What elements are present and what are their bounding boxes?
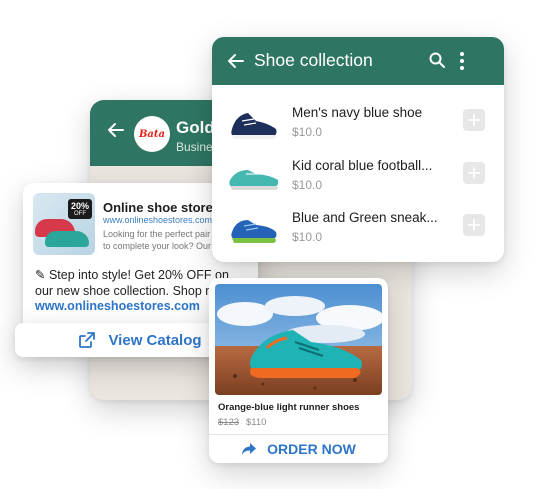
product-name: Blue and Green sneak...	[292, 210, 438, 225]
back-arrow-icon[interactable]	[106, 120, 126, 140]
badge-off: OFF	[73, 211, 86, 217]
product-price: $10.0	[292, 125, 323, 139]
product-row[interactable]: Blue and Green sneak... $10.0	[212, 204, 504, 256]
collection-header: Shoe collection	[212, 37, 504, 85]
promo-url[interactable]: www.onlineshoestores.com	[103, 215, 212, 225]
plus-icon	[468, 167, 480, 179]
product-row[interactable]: Kid coral blue football... $10.0	[212, 152, 504, 204]
plus-icon	[468, 219, 480, 231]
promo-title: Online shoe stores	[103, 200, 221, 215]
order-now-button[interactable]: ORDER NOW	[209, 435, 388, 463]
shoe-image	[231, 220, 277, 243]
new-price: $110	[246, 417, 267, 428]
product-title: Orange-blue light runner shoes	[218, 402, 360, 413]
plus-icon	[468, 114, 480, 126]
product-photo[interactable]	[215, 284, 382, 395]
brand-logo: Bata	[138, 128, 166, 140]
product-price: $10.0	[292, 230, 323, 244]
old-price: $123	[218, 417, 240, 428]
search-icon[interactable]	[428, 51, 446, 69]
shoe-graphic	[45, 231, 89, 247]
shoe-image	[231, 113, 277, 139]
add-button[interactable]	[463, 214, 485, 236]
add-button[interactable]	[463, 109, 485, 131]
product-card: Orange-blue light runner shoes $123 $110…	[209, 278, 388, 463]
shoe-collection-panel: Shoe collection Men's navy blue shoe $10…	[212, 37, 504, 262]
back-arrow-icon[interactable]	[226, 51, 246, 71]
external-link-icon	[79, 332, 96, 348]
badge-percent: 20%	[70, 201, 89, 211]
more-vert-icon[interactable]	[456, 50, 468, 72]
product-row[interactable]: Men's navy blue shoe $10.0	[212, 99, 504, 151]
product-name: Kid coral blue football...	[292, 158, 433, 173]
product-name: Men's navy blue shoe	[292, 105, 423, 120]
collection-title: Shoe collection	[254, 50, 373, 70]
order-now-label: ORDER NOW	[267, 441, 356, 457]
discount-badge: 20% OFF	[67, 199, 92, 219]
product-price: $10.0	[292, 178, 323, 192]
shoe-image	[229, 170, 279, 190]
share-forward-icon	[242, 443, 257, 455]
promo-thumbnail[interactable]: 20% OFF	[33, 193, 95, 255]
view-catalog-label: View Catalog	[108, 331, 202, 349]
add-button[interactable]	[463, 162, 485, 184]
message-link[interactable]: www.onlineshoestores.com	[35, 299, 200, 313]
avatar[interactable]: Bata	[134, 116, 170, 152]
